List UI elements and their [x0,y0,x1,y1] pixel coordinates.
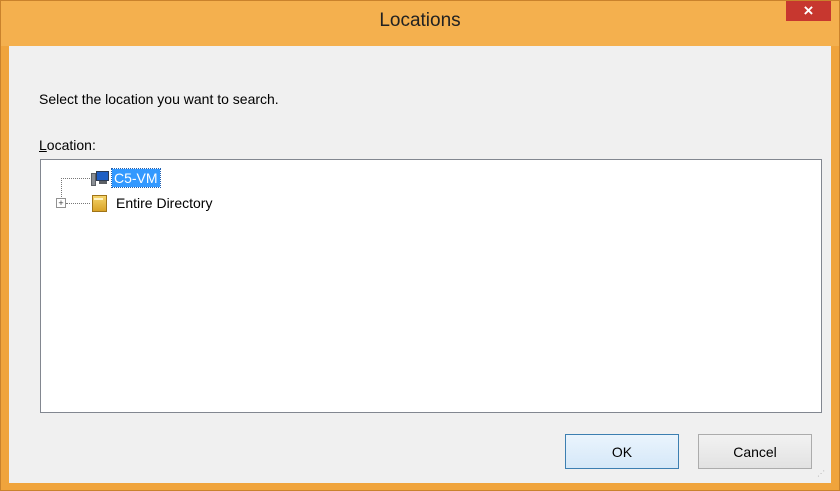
tree-item-label: Entire Directory [116,195,213,211]
location-label-rest: ocation: [46,137,96,153]
cancel-button[interactable]: Cancel [698,434,812,469]
resize-grip-icon[interactable]: ⋰ [817,469,827,479]
close-button[interactable]: × [786,1,831,21]
location-tree[interactable]: C5-VM + Entire Directory [40,159,822,413]
tree-connector-horizontal [66,203,90,204]
title-bar[interactable]: Locations × [1,1,839,46]
ok-button[interactable]: OK [565,434,679,469]
tree-item-c5-vm[interactable]: C5-VM [91,168,161,188]
tree-item-entire-directory[interactable]: Entire Directory [91,194,214,212]
tree-connector-horizontal [61,178,90,179]
tree-item-label: C5-VM [111,168,161,188]
locations-dialog: Locations × Select the location you want… [0,0,840,491]
computer-icon [91,170,109,186]
instruction-text: Select the location you want to search. [39,91,279,107]
dialog-body: Select the location you want to search. … [9,46,831,483]
location-label-access-key: L [39,137,47,153]
window-title: Locations [379,10,461,31]
location-label: Location: [39,137,96,153]
expand-icon[interactable]: + [56,198,66,208]
directory-icon [91,194,108,212]
